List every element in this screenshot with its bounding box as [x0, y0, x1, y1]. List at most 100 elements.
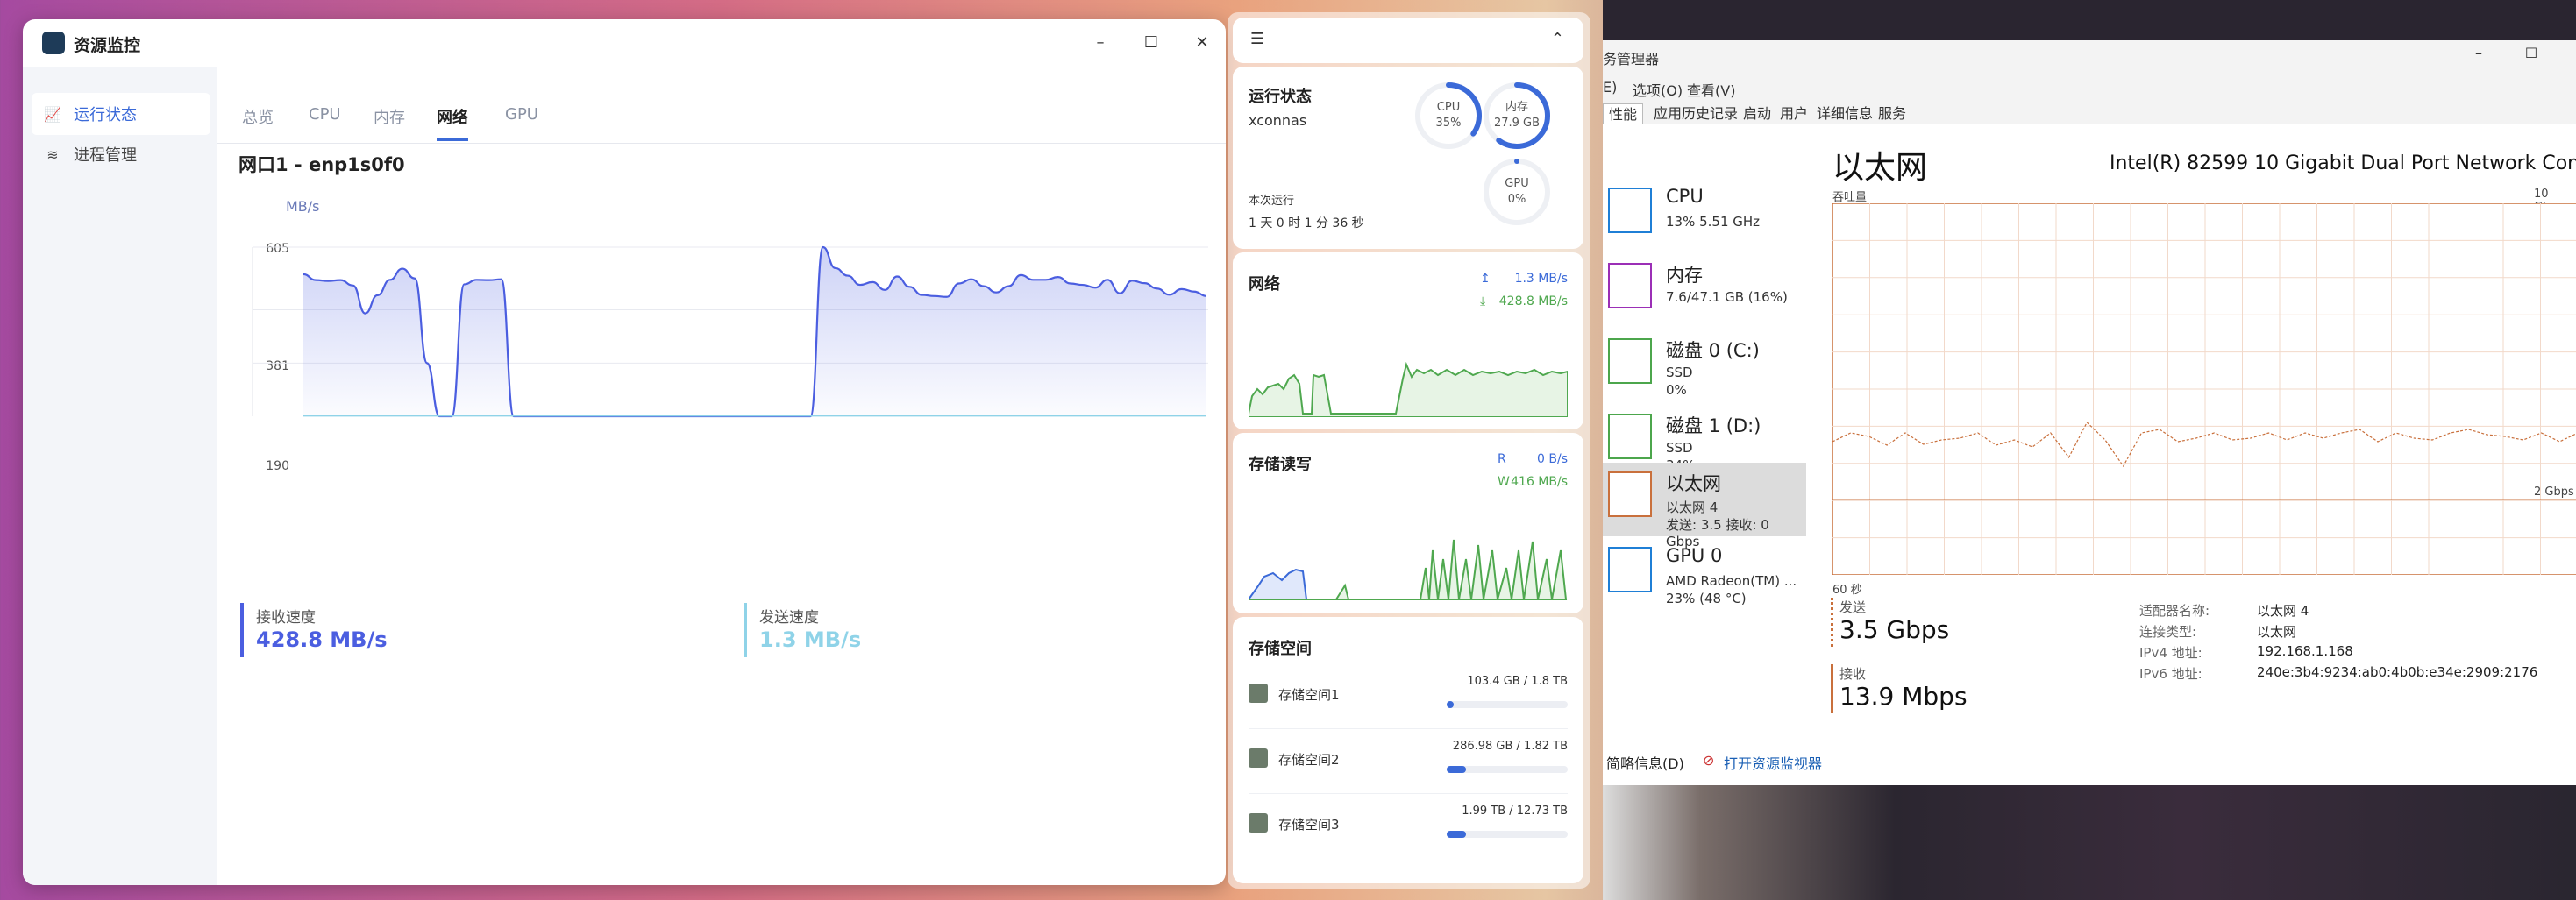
resource-name: 内存 [1666, 265, 1703, 286]
send-label: 发送 [1839, 599, 1867, 615]
main-content: 总览 CPU 内存 网络 GPU 网口1 - enp1s0f0 MB/s 605… [217, 67, 1226, 885]
storage-usage-fill [1447, 701, 1454, 708]
widget-toolbar: ☰ ⌃ [1233, 18, 1583, 63]
receive-label: 接收速度 [256, 609, 316, 627]
open-resource-monitor-link[interactable]: 打开资源监视器 [1724, 752, 1822, 773]
resource-item-memory[interactable]: 内存 7.6/47.1 GB (16%) [1603, 254, 1806, 328]
status-gauges [1415, 82, 1550, 225]
storage-pool-name: 存储空间2 [1278, 752, 1340, 768]
no-entry-icon: ⊘ [1703, 752, 1715, 769]
storage-pool-usage: 1.99 TB / 12.73 TB [1462, 804, 1568, 818]
storage-usage-fill [1447, 766, 1466, 773]
tab-performance[interactable]: 性能 [1603, 103, 1644, 124]
widget-panel: ☰ ⌃ 运行状态 xconnas 本次运行 1 天 0 时 1 分 36 秒 C… [1228, 12, 1590, 889]
write-speed: 416 MB/s [1511, 475, 1568, 489]
network-sparkline [1249, 361, 1568, 417]
upload-speed: 1.3 MB/s [1514, 272, 1568, 286]
receive-area [303, 247, 1206, 416]
prop-key: IPv6 地址: [2139, 666, 2202, 682]
storage-usage-bar [1447, 766, 1568, 773]
menu-icon[interactable]: ☰ [1250, 30, 1264, 48]
storage-pool-usage: 286.98 GB / 1.82 TB [1452, 740, 1568, 753]
disk-io-title: 存储读写 [1249, 456, 1312, 474]
title-bar: 资源监控 – ☐ ✕ [23, 19, 1226, 67]
tab-startup[interactable]: 启动 [1738, 103, 1776, 124]
storage-pool-row[interactable]: 存储空间2 286.98 GB / 1.82 TB [1233, 729, 1583, 794]
read-speed: 0 B/s [1537, 452, 1568, 466]
storage-pool-name: 存储空间3 [1278, 817, 1340, 833]
sidebar-item-label: 进程管理 [74, 146, 137, 165]
disk-io-card[interactable]: 存储读写 R 0 B/s W 416 MB/s [1233, 433, 1583, 613]
storage-pool-row[interactable]: 存储空间3 1.99 TB / 12.73 TB [1233, 794, 1583, 859]
prop-value: 192.168.1.168 [2257, 643, 2353, 659]
cpu-gauge-text: CPU 35% [1413, 100, 1484, 131]
receive-accent [1831, 664, 1833, 713]
maximize-button[interactable]: ☐ [2518, 40, 2544, 67]
memory-gauge-text: 内存 27.9 GB [1482, 100, 1552, 131]
storage-icon [1249, 748, 1268, 768]
gpu-value: 0% [1507, 193, 1526, 206]
menu-file[interactable]: E) [1603, 79, 1617, 96]
app-title: 资源监控 [74, 36, 141, 55]
network-chart [252, 245, 1208, 418]
storage-usage-bar [1447, 701, 1568, 708]
storage-pool-row[interactable]: 存储空间1 103.4 GB / 1.8 TB [1233, 664, 1583, 729]
mid-scale-label: 2 Gbps [2534, 485, 2574, 499]
tab-users[interactable]: 用户 [1775, 103, 1813, 124]
detail-title: 以太网 [1832, 150, 1928, 186]
chart-icon: 📈 [44, 105, 61, 123]
brief-info-link[interactable]: 简略信息(D) [1606, 752, 1684, 773]
receive-value: 428.8 MB/s [256, 627, 388, 652]
resource-name: 以太网 [1666, 473, 1721, 494]
receive-accent [240, 603, 244, 657]
disk-sparkline [1249, 539, 1568, 600]
download-speed: 428.8 MB/s [1498, 294, 1568, 308]
send-accent [1831, 598, 1833, 647]
send-accent [744, 603, 747, 657]
prop-value: 以太网 [2257, 624, 2297, 640]
throughput-graph [1832, 203, 2576, 575]
sidebar-item-status[interactable]: 📈 运行状态 [32, 93, 210, 135]
app-icon [42, 32, 65, 54]
sidebar-item-label: 运行状态 [74, 106, 137, 124]
network-card[interactable]: 网络 ↥ 1.3 MB/s ⤓ 428.8 MB/s [1233, 252, 1583, 429]
prop-key: 适配器名称: [2139, 603, 2210, 619]
minimize-button[interactable]: – [2466, 40, 2492, 67]
maximize-button[interactable]: ☐ [1138, 30, 1164, 56]
resource-detail: 0% [1666, 382, 1687, 398]
tab-details[interactable]: 详细信息 [1811, 103, 1878, 124]
sidebar-item-process[interactable]: ≋ 进程管理 [32, 133, 210, 175]
resource-item-cpu[interactable]: CPU 13% 5.51 GHz [1603, 179, 1806, 252]
storage-title: 存储空间 [1249, 640, 1312, 658]
tab-app-history[interactable]: 应用历史记录 [1648, 103, 1743, 124]
resource-detail: AMD Radeon(TM) ... [1666, 573, 1797, 589]
storage-icon [1249, 813, 1268, 833]
resource-item-disk0[interactable]: 磁盘 0 (C:) SSD 0% [1603, 330, 1806, 403]
send-value: 1.3 MB/s [759, 627, 862, 652]
ethernet-detail-pane: 以太网 Intel(R) 82599 10 Gigabit Dual Port … [1806, 124, 2576, 785]
collapse-icon[interactable]: ⌃ [1551, 30, 1564, 48]
resource-item-gpu[interactable]: GPU 0 AMD Radeon(TM) ... 23% (48 °C) [1603, 538, 1806, 612]
send-label: 发送速度 [759, 609, 819, 627]
close-button[interactable]: ✕ [1189, 30, 1215, 56]
resource-name: 磁盘 0 (C:) [1666, 340, 1760, 361]
storage-pool-usage: 103.4 GB / 1.8 TB [1467, 675, 1568, 688]
task-manager-window: 务管理器 – ☐ E) 选项(O) 查看(V) 性能 应用历史记录 启动 用户 … [1603, 0, 2576, 785]
minimize-button[interactable]: – [1087, 30, 1114, 56]
menu-options[interactable]: 选项(O) [1633, 79, 1683, 100]
storage-usage-bar [1447, 831, 1568, 838]
memory-value: 27.9 GB [1493, 117, 1541, 130]
storage-pool-name: 存储空间1 [1278, 687, 1340, 703]
desktop-strip [1603, 0, 2576, 40]
receive-value: 13.9 Mbps [1839, 682, 1968, 711]
storage-card: 存储空间 存储空间1 103.4 GB / 1.8 TB 存储空间2 286.9… [1233, 617, 1583, 883]
receive-label: 接收 [1839, 666, 1867, 682]
window-title: 务管理器 [1603, 51, 1660, 67]
sidebar: 📈 运行状态 ≋ 进程管理 [23, 67, 217, 885]
resource-item-ethernet[interactable]: 以太网 以太网 4 发送: 3.5 接收: 0 Gbps [1603, 463, 1806, 549]
menu-view[interactable]: 查看(V) [1687, 79, 1735, 100]
tab-services[interactable]: 服务 [1873, 103, 1911, 124]
resource-detail: 13% 5.51 GHz [1666, 214, 1761, 230]
network-sparkline-path [1249, 361, 1568, 417]
resource-detail: 23% (48 °C) [1666, 591, 1747, 606]
